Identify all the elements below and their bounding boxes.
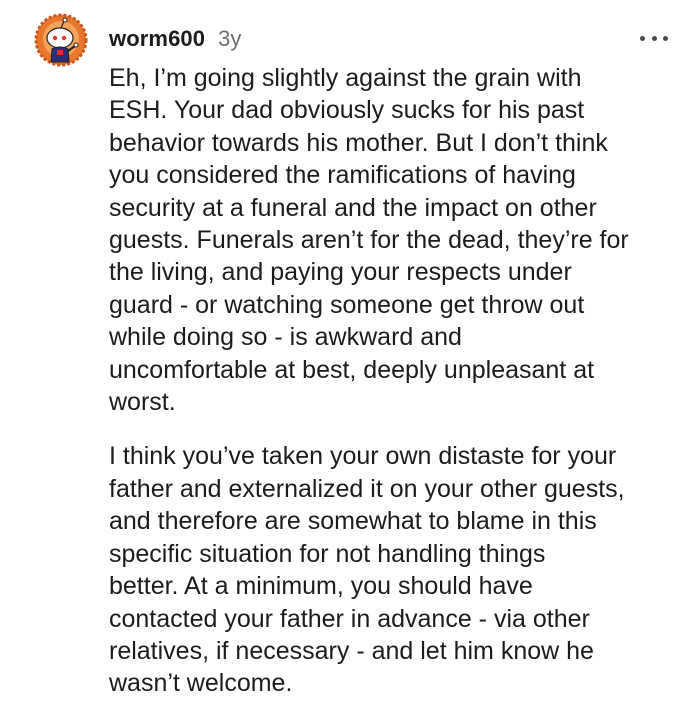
comment-paragraph: Eh, I’m going slightly against the grain… xyxy=(109,64,629,417)
more-options-icon-dot xyxy=(663,35,668,41)
more-options-icon-dot xyxy=(640,35,645,41)
comment-age: 3y xyxy=(218,26,242,51)
user-avatar[interactable] xyxy=(33,12,89,68)
more-options-icon-dot xyxy=(651,35,657,41)
comment-header: worm600 3y xyxy=(109,24,241,54)
comment-paragraph: I think you’ve taken your own distaste f… xyxy=(109,442,625,698)
snoo-avatar-icon xyxy=(34,13,88,67)
more-options-button[interactable] xyxy=(640,28,668,48)
username-link[interactable]: worm600 xyxy=(109,26,205,52)
comment: worm600 3y Eh, I’m going slightly agains… xyxy=(0,0,700,708)
comment-body: Eh, I’m going slightly against the grain… xyxy=(109,62,684,700)
